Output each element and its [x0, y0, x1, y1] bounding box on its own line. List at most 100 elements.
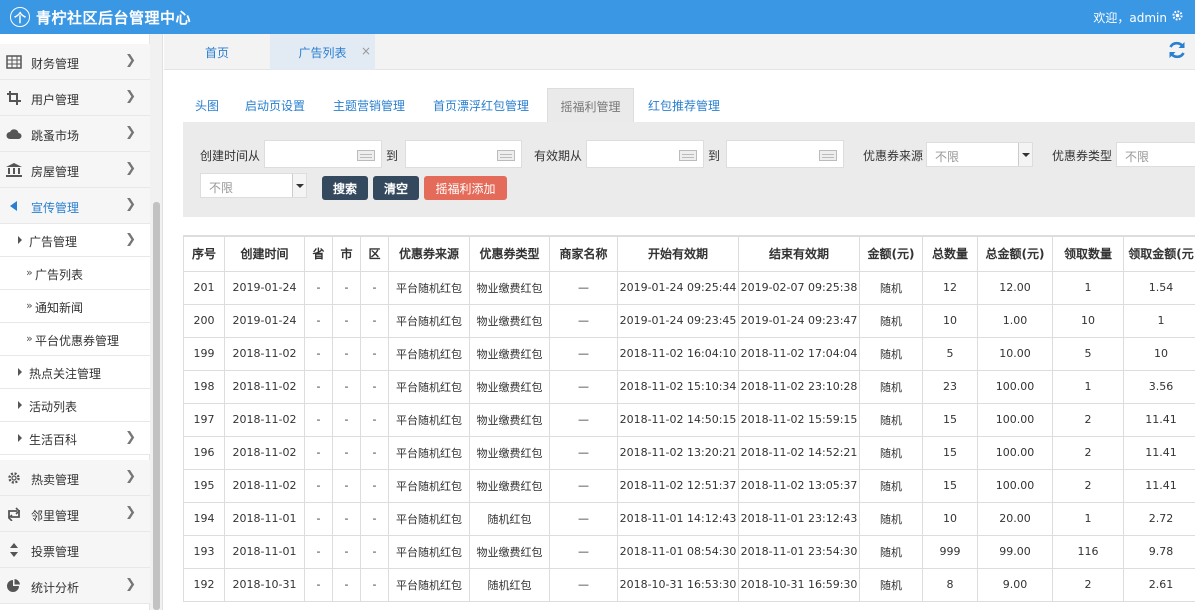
tab-floating-red-packet[interactable]: 首页漂浮红包管理 [433, 88, 529, 123]
table-cell: 100.00 [977, 468, 1053, 503]
table-cell: - [360, 336, 389, 371]
table-cell: 3.56 [1123, 369, 1195, 404]
tab-theme-marketing[interactable]: 主题营销管理 [333, 88, 405, 123]
table-cell: 1 [1052, 501, 1124, 536]
table-cell: - [304, 435, 333, 470]
created-to-input[interactable] [405, 140, 522, 168]
table-cell: 12 [922, 270, 978, 305]
table-cell: 2018-11-02 15:10:34 [617, 369, 739, 404]
valid-to-input[interactable] [726, 140, 844, 168]
search-button[interactable]: 搜索 [322, 176, 368, 200]
welcome-text[interactable]: 欢迎，admin [1093, 9, 1167, 26]
gear-icon[interactable] [1171, 9, 1184, 22]
table-cell: 2018-11-01 [224, 534, 305, 569]
table-row[interactable]: 196 2018-11-02- - - 平台随机红包 物业缴费红包 —2018-11-02 … [183, 435, 1195, 470]
sidebar-sub-life-wiki[interactable]: 生活百科 ❯ [0, 422, 150, 455]
tab-banner[interactable]: 头图 [195, 88, 219, 123]
table-cell: 5 [922, 336, 978, 371]
table-cell: 平台随机红包 [388, 534, 470, 569]
table-row[interactable]: 195 2018-11-02- - - 平台随机红包 物业缴费红包 —2018-11-02 … [183, 468, 1195, 503]
calendar-icon[interactable] [819, 150, 837, 161]
table-cell: 2018-11-02 15:59:15 [738, 402, 860, 437]
table-cell: — [549, 336, 618, 371]
table-cell: 193 [183, 534, 225, 569]
table-row[interactable]: 201 2019-01-24- - - 平台随机红包 物业缴费红包 —2019-01-24 … [183, 270, 1195, 305]
table-cell: - [304, 303, 333, 338]
column-header: 省 [304, 235, 333, 272]
coupon-source-select[interactable]: 不限 [926, 142, 1033, 167]
sidebar-sub-label: 热点关注管理 [29, 367, 102, 381]
table-row[interactable]: 199 2018-11-02- - - 平台随机红包 物业缴费红包 —2018-11-02 … [183, 336, 1195, 371]
chevron-right-icon: ❯ [125, 430, 136, 445]
sidebar-item-users[interactable]: 用户管理 ❯ [0, 80, 150, 116]
sidebar-item-housing[interactable]: 房屋管理 ❯ [0, 152, 150, 188]
add-shake-welfare-button[interactable]: 摇福利添加 [424, 176, 507, 200]
table-cell: 15 [922, 402, 978, 437]
table-cell: — [549, 369, 618, 404]
clear-button[interactable]: 清空 [373, 176, 419, 200]
table-cell: 平台随机红包 [388, 435, 470, 470]
table-cell: 物业缴费红包 [469, 402, 550, 437]
calendar-icon[interactable] [497, 150, 515, 161]
table-cell: - [332, 534, 361, 569]
table-cell: 平台随机红包 [388, 402, 470, 437]
chevron-right-icon: ❯ [125, 577, 136, 592]
created-from-input[interactable] [264, 140, 382, 168]
sidebar-item-hot-sale[interactable]: 热卖管理 ❯ [0, 460, 150, 496]
sidebar-item-promotion[interactable]: 宣传管理 ❯ [0, 188, 150, 224]
table-cell: 10.00 [977, 336, 1053, 371]
sidebar-scrollbar[interactable] [153, 202, 160, 610]
calendar-icon[interactable] [357, 150, 375, 161]
extra-select[interactable]: 不限 [200, 173, 307, 198]
sidebar-item-neighbors[interactable]: 邻里管理 ❯ [0, 496, 150, 532]
table-cell: 2018-11-02 [224, 435, 305, 470]
sidebar-sub-label: 通知新闻 [35, 301, 84, 315]
table-row[interactable]: 200 2019-01-24- - - 平台随机红包 物业缴费红包 —2019-01-24 … [183, 303, 1195, 338]
column-header: 总金额(元) [977, 235, 1053, 272]
table-cell: 2018-11-01 08:54:30 [617, 534, 739, 569]
sidebar-item-finance[interactable]: 财务管理 ❯ [0, 44, 150, 80]
table-row[interactable]: 192 2018-10-31- - - 平台随机红包 随机红包 —2018-10-31 16… [183, 567, 1195, 602]
coupon-type-select[interactable]: 不限 [1116, 142, 1195, 167]
sidebar-sub-ad-management[interactable]: 广告管理 ❯ [0, 224, 150, 257]
volume-icon [10, 201, 17, 211]
table-cell: — [549, 567, 618, 602]
tab-shake-welfare[interactable]: 摇福利管理 [547, 88, 634, 123]
tab-ad-list[interactable]: 广告列表 [270, 34, 375, 70]
refresh-icon[interactable] [1167, 40, 1187, 60]
table-cell: 195 [183, 468, 225, 503]
sidebar-item-statistics[interactable]: 统计分析 ❯ [0, 568, 150, 604]
table-cell: — [549, 303, 618, 338]
close-icon[interactable]: × [361, 44, 371, 58]
sidebar-item-flea-market[interactable]: 跳蚤市场 ❯ [0, 116, 150, 152]
table-cell: 2018-11-01 23:12:43 [738, 501, 860, 536]
table-row[interactable]: 197 2018-11-02- - - 平台随机红包 物业缴费红包 —2018-11-02 … [183, 402, 1195, 437]
tab-splash-settings[interactable]: 启动页设置 [245, 88, 305, 123]
table-cell: 2 [1052, 567, 1124, 602]
sidebar-item-voting[interactable]: 投票管理 [0, 532, 150, 568]
table-row[interactable]: 193 2018-11-01- - - 平台随机红包 物业缴费红包 —2018-11-01 … [183, 534, 1195, 569]
sidebar-item-label: 财务管理 [31, 57, 80, 71]
sidebar-sub-activities[interactable]: 活动列表 [0, 389, 150, 422]
table-row[interactable]: 198 2018-11-02- - - 平台随机红包 物业缴费红包 —2018-11-02 … [183, 369, 1195, 404]
sidebar-sub-notice[interactable]: » 通知新闻 [0, 290, 150, 323]
table-cell: — [549, 402, 618, 437]
sidebar-sub-ad-list[interactable]: » 广告列表 [0, 257, 150, 290]
table-cell: 1 [1052, 369, 1124, 404]
table-cell: - [360, 468, 389, 503]
table-cell: 平台随机红包 [388, 270, 470, 305]
calendar-icon[interactable] [679, 150, 697, 161]
valid-from-input[interactable] [586, 140, 704, 168]
sidebar-item-label: 用户管理 [31, 93, 80, 107]
tab-home[interactable]: 首页 [164, 34, 270, 70]
table-cell: - [304, 369, 333, 404]
tab-red-packet-recommend[interactable]: 红包推荐管理 [648, 88, 720, 123]
table-cell: - [360, 567, 389, 602]
table-cell: 99.00 [977, 534, 1053, 569]
table-row[interactable]: 194 2018-11-01- - - 平台随机红包 随机红包 —2018-11-01 14… [183, 501, 1195, 536]
column-header: 创建时间 [224, 235, 305, 272]
sidebar-sub-hot-topics[interactable]: 热点关注管理 [0, 356, 150, 389]
table-cell: - [304, 534, 333, 569]
valid-from-label: 有效期从 [534, 149, 583, 163]
sidebar-sub-coupon[interactable]: » 平台优惠券管理 [0, 323, 150, 356]
